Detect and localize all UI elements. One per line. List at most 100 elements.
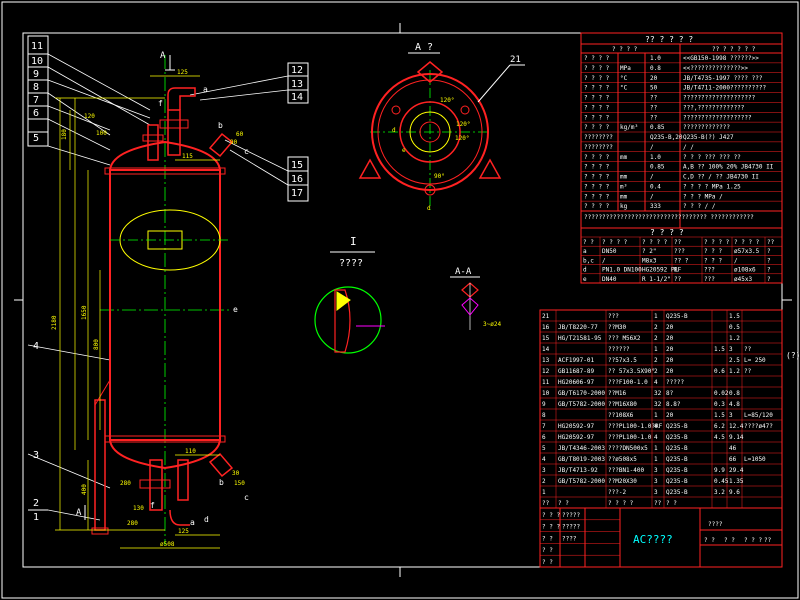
title-block-cell: ???? [562,535,577,542]
bom-cell: 29.4 [729,467,744,474]
bom-cell: ?? [542,500,550,507]
view-a-title: A ? [415,42,433,53]
nozzle-cell: ??? [704,276,715,283]
bom-cell: 3 [729,346,733,353]
dim-90: 90 [230,139,238,146]
dim-130: 130 [133,505,144,512]
bom-cell: ???BN1-400 [608,467,645,474]
bom-cell: 13 [542,357,550,364]
tech-row-value: ?? [650,104,658,111]
tech-sub-left: ? ? ? ? [612,46,638,53]
bom-cell: ACF1997-01 [558,357,595,364]
title-block-right-cell: ? ? ? [744,537,762,544]
leader-label-12: 12 [291,65,303,76]
tech-row-unit: °C [620,85,628,92]
dim-150: 150 [234,480,245,487]
nozzle-c2-label: c [244,493,249,502]
title-block-right-cell: ? ? [724,537,735,544]
bom-cell: 4 [654,434,658,441]
nozzle-header-cell: ?? [674,239,682,246]
drawing-frame [1,1,799,599]
dim-125b: 125 [178,528,189,535]
bom-cell: 1.35 [729,478,744,485]
drawing-title: AC???? [633,533,673,546]
bom-rows: 21??? 1 Q235-B 1.516 JB/T8220-77 ??M30 2 20 0.51… [540,310,782,508]
tech-row-requirement: <<GB150-1998 ??????>> [683,55,759,62]
view-a-bottom-label: A [76,508,82,518]
tech-row-label: ? ? ? ? [584,95,610,102]
bom-cell: 2.5 [729,357,740,364]
tech-row-unit: °C [620,75,628,82]
nozzle-b2-label: b [219,478,224,487]
nozzle-header-cell: ? ? ? ? [602,239,628,246]
tech-row-unit: MPa [620,65,631,72]
dim-1650: 1650 [81,305,88,320]
dim-280: 280 [120,480,131,487]
bom-cell: 2 [654,368,658,375]
bom-cell: 20 [666,346,674,353]
nozzle-cell: ? ? ? [704,248,722,255]
nozzle-cell: ??? [704,267,715,274]
nozzle-e-label: e [233,305,238,314]
bom-cell: JB/T4346-2003 [558,445,605,452]
nozzle-cell: / [734,257,738,264]
leader-label-8: 8 [33,82,39,93]
leader-label-3: 3 [33,450,39,461]
nozzle-header-cell: ? ? ? ? [734,239,760,246]
bom-cell: 20 [666,412,674,419]
dim-508: ø508 [160,541,175,548]
bom-cell: HG/T21581-95 [558,335,602,342]
nozzle-cell: DN40 [602,276,617,283]
bom-cell: Q235-B [666,467,688,474]
nozzle-cell: ? 2" [642,248,656,255]
bom-cell: ??108X6 [608,412,634,419]
plan-angle-4: 120° [440,97,454,104]
bom-cell: 20 [666,368,674,375]
bom-cell: Q235-B [666,489,688,496]
tech-header: ?? ? ? ? ? [645,35,693,44]
bom-cell: 6.2 [714,423,725,430]
leader-label-13: 13 [291,79,303,90]
bom-cell: ?? [744,346,752,353]
nozzle-header-cell: ? ? [583,239,594,246]
leader-label-14: 14 [291,92,303,103]
bom-cell: 5 [542,445,546,452]
nozzle-cell: ø57x3.5 [734,248,760,255]
plan-view: A ? 21 d d e 120° 120° 90° 120° [358,42,525,212]
nozzle-header-cell: ? ? ? ? [704,239,730,246]
plan-angle-3: 90° [434,173,445,180]
tech-row-value: ?? [650,95,658,102]
bom-cell: 14 [542,346,550,353]
tech-row-value: Q235-B,20 [650,134,683,141]
bom-cell: L=85/120 [744,412,773,419]
tech-row-label: ???????? [584,134,613,141]
tech-row-requirement: ? ? ? ? MPa 1.25 [683,183,741,190]
nozzle-b-label: b [218,121,223,130]
nozzle-cell: R 1-1/2" [642,276,671,283]
tech-row-label: ? ? ? ? [584,193,610,200]
leader-label-9: 9 [33,69,39,80]
bom-cell: 66 [729,456,737,463]
tech-row-requirement: ? ? ? / / [683,203,716,210]
bom-cell: 2 [542,478,546,485]
tech-row-value: 0.85 [650,124,665,131]
tech-row-requirement: JB/T4735-1997 ???? ??? [683,75,763,82]
tech-row-requirement: ? ? ? MPa / [683,193,723,200]
title-block-cell: ????? [562,512,580,519]
bom-cell: 4 [654,423,658,430]
dim-280b: 280 [127,520,138,527]
bom-cell: 4.5 [714,434,725,441]
dim-400: 400 [81,484,88,495]
bom-cell: Q235-B [666,434,688,441]
nozzle-cell: ? [767,267,771,274]
leader-boxes-left: 11 10 9 8 7 6 5 4 3 2 1 [27,35,49,523]
plan-d2-label: d [427,205,431,212]
bom-cell: 3 [654,467,658,474]
dim-30: 30 [232,470,240,477]
leader-label-16: 16 [291,174,303,185]
bom-cell: 16 [542,324,550,331]
bom-cell: 9.9 [714,467,725,474]
bom-cell: 20 [666,335,674,342]
plan-d-label: d [392,127,396,134]
nozzle-cell: / [602,257,606,264]
